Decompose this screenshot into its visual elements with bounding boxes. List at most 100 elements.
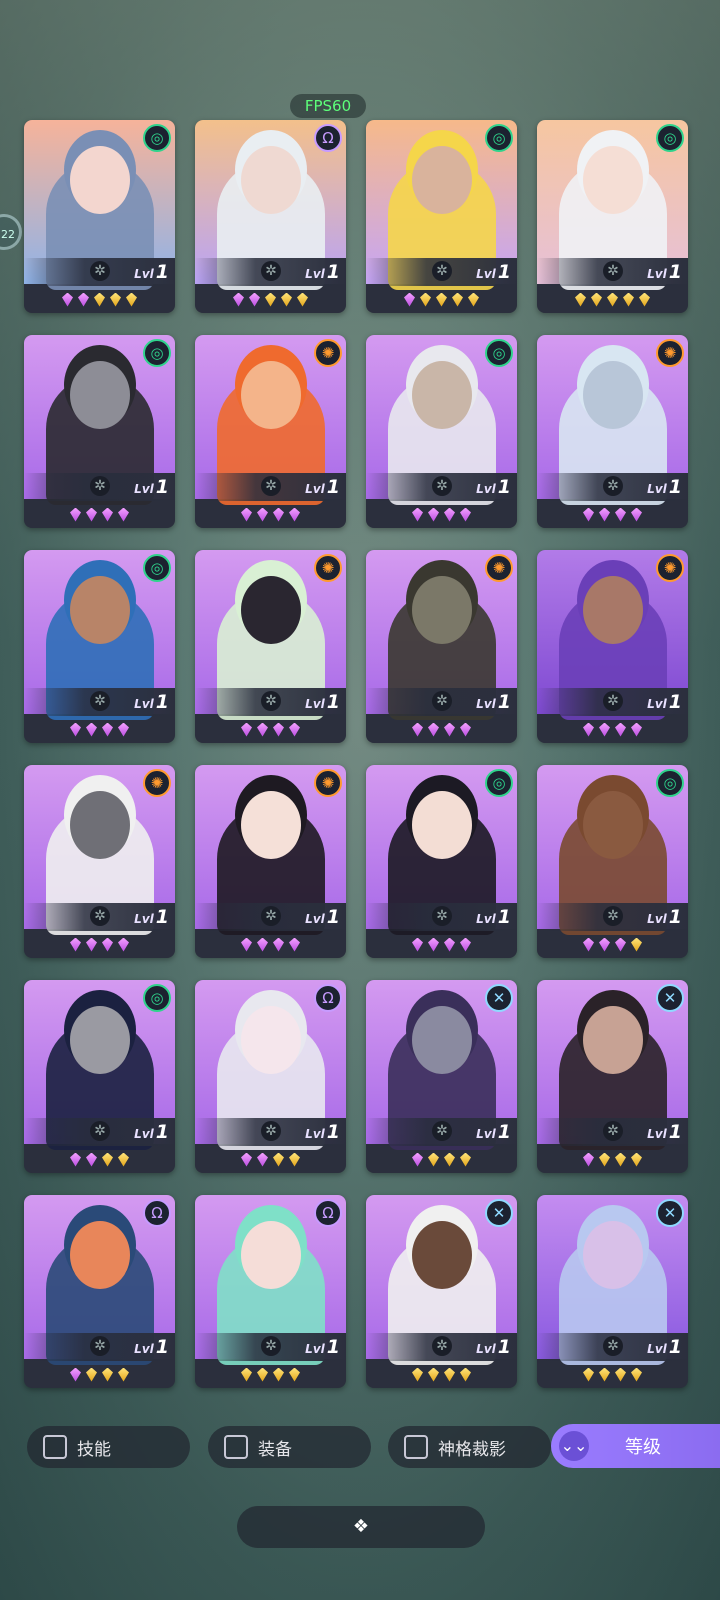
hero-card[interactable]: ◎ ✲ Lvl 1 bbox=[24, 335, 175, 528]
star-gems bbox=[195, 501, 346, 528]
class-swirl-icon: ◎ bbox=[143, 339, 171, 367]
hero-card[interactable]: ◎ ✲ Lvl 1 bbox=[366, 120, 517, 313]
hero-card[interactable]: ✺ ✲ Lvl 1 bbox=[195, 335, 346, 528]
hero-level: Lvl 1 bbox=[305, 691, 340, 713]
level-value: 1 bbox=[497, 261, 511, 283]
gold-gem-icon bbox=[118, 1152, 129, 1167]
purple-gem-icon bbox=[583, 722, 594, 737]
hero-level: Lvl 1 bbox=[476, 691, 511, 713]
star-gems bbox=[537, 931, 688, 958]
star-gems bbox=[24, 1361, 175, 1388]
purple-gem-icon bbox=[249, 292, 260, 307]
gold-gem-icon bbox=[428, 1152, 439, 1167]
purple-gem-icon bbox=[102, 722, 113, 737]
filter-divinity[interactable]: 神格裁影 bbox=[388, 1426, 551, 1468]
gold-gem-icon bbox=[281, 292, 292, 307]
hero-face bbox=[583, 361, 643, 429]
hero-face bbox=[70, 361, 130, 429]
hero-card[interactable]: ◎ ✲ Lvl 1 bbox=[366, 335, 517, 528]
hero-card[interactable]: ◎ ✲ Lvl 1 bbox=[24, 980, 175, 1173]
checkbox-icon[interactable] bbox=[404, 1435, 428, 1459]
hero-card[interactable]: ◎ ✲ Lvl 1 bbox=[24, 120, 175, 313]
gold-gem-icon bbox=[591, 292, 602, 307]
hero-face bbox=[241, 146, 301, 214]
gold-gem-icon bbox=[110, 292, 121, 307]
purple-gem-icon bbox=[412, 937, 423, 952]
equipment-slot-icon: ✲ bbox=[261, 476, 281, 496]
class-swirl-icon: ◎ bbox=[485, 339, 513, 367]
purple-gem-icon bbox=[428, 507, 439, 522]
equipment-slot-icon: ✲ bbox=[603, 476, 623, 496]
hero-card[interactable]: ✕ ✲ Lvl 1 bbox=[537, 980, 688, 1173]
hero-card[interactable]: Ω ✲ Lvl 1 bbox=[195, 120, 346, 313]
chevron-down-icon: ⌄⌄ bbox=[559, 1431, 589, 1461]
level-prefix: Lvl bbox=[305, 1127, 325, 1141]
hero-face bbox=[70, 1221, 130, 1289]
level-value: 1 bbox=[326, 1121, 340, 1143]
level-prefix: Lvl bbox=[134, 1127, 154, 1141]
hero-card[interactable]: ✺ ✲ Lvl 1 bbox=[366, 550, 517, 743]
star-gems bbox=[537, 286, 688, 313]
hero-card[interactable]: Ω ✲ Lvl 1 bbox=[195, 980, 346, 1173]
filter-label: 技能 bbox=[77, 1439, 111, 1460]
equipment-slot-icon: ✲ bbox=[261, 691, 281, 711]
purple-gem-icon bbox=[412, 507, 423, 522]
hero-card[interactable]: ◎ ✲ Lvl 1 bbox=[537, 120, 688, 313]
hero-card[interactable]: ✺ ✲ Lvl 1 bbox=[24, 765, 175, 958]
hero-card[interactable]: ✺ ✲ Lvl 1 bbox=[195, 550, 346, 743]
purple-gem-icon bbox=[257, 1152, 268, 1167]
hero-face bbox=[241, 1006, 301, 1074]
hero-card[interactable]: ✕ ✲ Lvl 1 bbox=[366, 980, 517, 1173]
sort-level-button[interactable]: ⌄⌄ 等级 bbox=[551, 1424, 720, 1468]
star-gems bbox=[24, 501, 175, 528]
hero-face bbox=[241, 791, 301, 859]
hero-card[interactable]: ◎ ✲ Lvl 1 bbox=[24, 550, 175, 743]
hero-face bbox=[412, 576, 472, 644]
hero-card[interactable]: ✺ ✲ Lvl 1 bbox=[537, 550, 688, 743]
hero-level: Lvl 1 bbox=[476, 1336, 511, 1358]
gold-gem-icon bbox=[460, 1152, 471, 1167]
equipment-slot-icon: ✲ bbox=[90, 906, 110, 926]
purple-gem-icon bbox=[615, 722, 626, 737]
hero-level: Lvl 1 bbox=[134, 1121, 169, 1143]
hero-level: Lvl 1 bbox=[305, 1336, 340, 1358]
equipment-slot-icon: ✲ bbox=[432, 906, 452, 926]
hero-card[interactable]: ✕ ✲ Lvl 1 bbox=[537, 1195, 688, 1388]
level-prefix: Lvl bbox=[476, 697, 496, 711]
side-floating-badge[interactable]: 22 bbox=[0, 214, 22, 250]
checkbox-icon[interactable] bbox=[43, 1435, 67, 1459]
equipment-slot-icon: ✲ bbox=[603, 1336, 623, 1356]
gold-gem-icon bbox=[273, 1367, 284, 1382]
level-value: 1 bbox=[497, 906, 511, 928]
level-value: 1 bbox=[497, 691, 511, 713]
expand-handle[interactable]: ❖ bbox=[237, 1506, 485, 1548]
hero-card[interactable]: ◎ ✲ Lvl 1 bbox=[366, 765, 517, 958]
hero-face bbox=[70, 1006, 130, 1074]
equipment-slot-icon: ✲ bbox=[432, 476, 452, 496]
hero-card[interactable]: ◎ ✲ Lvl 1 bbox=[537, 765, 688, 958]
hero-card[interactable]: ✺ ✲ Lvl 1 bbox=[537, 335, 688, 528]
gold-gem-icon bbox=[468, 292, 479, 307]
star-gems bbox=[366, 501, 517, 528]
checkbox-icon[interactable] bbox=[224, 1435, 248, 1459]
filter-skill[interactable]: 技能 bbox=[27, 1426, 190, 1468]
filter-equipment[interactable]: 装备 bbox=[208, 1426, 371, 1468]
level-prefix: Lvl bbox=[305, 482, 325, 496]
level-value: 1 bbox=[326, 261, 340, 283]
hero-level: Lvl 1 bbox=[305, 906, 340, 928]
gold-gem-icon bbox=[102, 1367, 113, 1382]
hero-card[interactable]: Ω ✲ Lvl 1 bbox=[195, 1195, 346, 1388]
hero-card[interactable]: ✺ ✲ Lvl 1 bbox=[195, 765, 346, 958]
level-prefix: Lvl bbox=[134, 482, 154, 496]
class-sun-icon: ✺ bbox=[656, 554, 684, 582]
purple-gem-icon bbox=[273, 507, 284, 522]
star-gems bbox=[24, 1146, 175, 1173]
equipment-slot-icon: ✲ bbox=[261, 1336, 281, 1356]
star-gems bbox=[366, 716, 517, 743]
class-cross-icon: ✕ bbox=[656, 984, 684, 1012]
star-gems bbox=[537, 501, 688, 528]
hero-card[interactable]: ✕ ✲ Lvl 1 bbox=[366, 1195, 517, 1388]
purple-gem-icon bbox=[86, 1152, 97, 1167]
purple-gem-icon bbox=[599, 722, 610, 737]
hero-card[interactable]: Ω ✲ Lvl 1 bbox=[24, 1195, 175, 1388]
